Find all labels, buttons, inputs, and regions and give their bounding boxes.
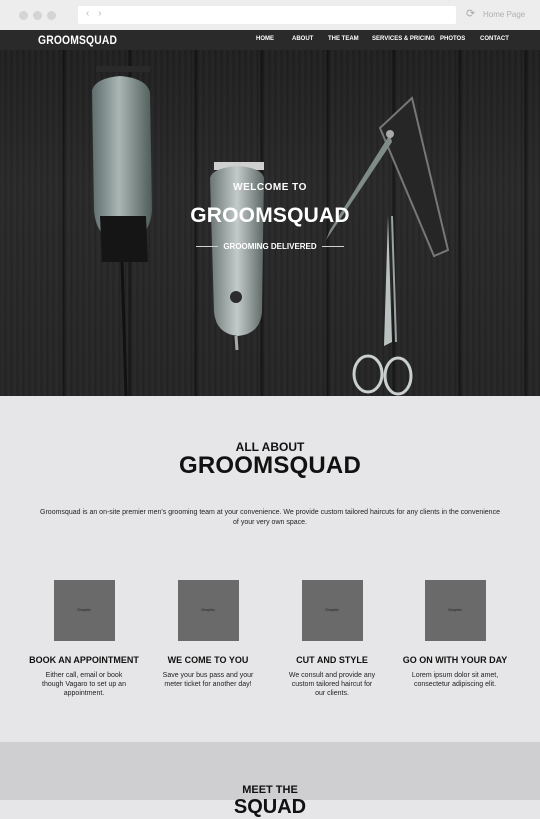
hair-clipper-graphic	[92, 66, 152, 396]
team-title: SQUAD	[233, 796, 307, 818]
graphic-label: Graphic	[76, 607, 91, 612]
feature-graphic-placeholder: Graphic	[177, 580, 239, 641]
reload-icon[interactable]: ⟳	[466, 7, 475, 20]
feature-book-appointment: Graphic BOOK AN APPOINTMENT Either call,…	[22, 580, 146, 698]
feature-graphic-placeholder: Graphic	[53, 580, 115, 641]
nav-home[interactable]: HOME	[256, 36, 274, 42]
nav-photos[interactable]: PHOTOS	[440, 36, 465, 42]
feature-text: Lorem ipsum dolor sit amet, consectetur …	[411, 672, 499, 688]
tagline-divider-right	[321, 246, 344, 248]
nav-about[interactable]: ABOUT	[292, 36, 313, 42]
team-section: MEET THE SQUAD	[0, 742, 540, 818]
feature-we-come-to-you: Graphic WE COME TO YOU Save your bus pas…	[146, 580, 270, 689]
hero-banner: WELCOME TO GROOMSQUAD GROOMING DELIVERED	[0, 50, 540, 396]
site-logo[interactable]: GROOMSQUAD	[38, 33, 117, 47]
feature-text: We consult and provide any custom tailor…	[288, 672, 376, 697]
hero-title: GROOMSQUAD	[190, 204, 350, 227]
address-bar[interactable]	[78, 6, 456, 24]
nav-services-pricing[interactable]: SERVICES & PRICING	[372, 36, 435, 42]
hero-tagline: GROOMING DELIVERED	[223, 242, 317, 252]
feature-title: GO ON WITH YOUR DAY	[402, 654, 508, 666]
feature-text: Either call, email or book though Vagaro…	[42, 672, 126, 697]
site-navigation: GROOMSQUAD HOME ABOUT THE TEAM SERVICES …	[0, 30, 540, 50]
about-title: GROOMSQUAD	[179, 452, 361, 479]
hero-welcome: WELCOME TO	[233, 182, 307, 193]
feature-title: WE COME TO YOU	[167, 654, 249, 666]
feature-cut-and-style: Graphic CUT AND STYLE We consult and pro…	[270, 580, 394, 698]
feature-graphic-placeholder: Graphic	[424, 580, 486, 641]
straight-razor-graphic	[326, 96, 450, 258]
browser-toolbar: ‹ › ⟳ Home Page	[0, 0, 540, 31]
nav-the-team[interactable]: THE TEAM	[328, 36, 359, 42]
feature-graphic-placeholder: Graphic	[301, 580, 363, 641]
about-description: Groomsquad is an on-site premier men's g…	[40, 509, 500, 526]
home-page-link[interactable]: Home Page	[483, 10, 525, 19]
window-zoom-dot[interactable]	[47, 11, 56, 20]
about-section: ALL ABOUT GROOMSQUAD Groomsquad is an on…	[0, 396, 540, 742]
tagline-divider-left	[196, 246, 219, 248]
hero-tagline-row: GROOMING DELIVERED	[0, 238, 540, 256]
team-kicker: MEET THE	[242, 784, 298, 796]
feature-title: BOOK AN APPOINTMENT	[29, 654, 139, 666]
back-forward-icon[interactable]: ‹ ›	[86, 8, 104, 19]
feature-text: Save your bus pass and your meter ticket…	[162, 672, 254, 688]
feature-title: CUT AND STYLE	[296, 654, 368, 666]
graphic-label: Graphic	[447, 607, 462, 612]
window-minimize-dot[interactable]	[33, 11, 42, 20]
graphic-label: Graphic	[324, 607, 339, 612]
window-close-dot[interactable]	[19, 11, 28, 20]
nav-contact[interactable]: CONTACT	[480, 36, 509, 42]
feature-go-on-with-your-day: Graphic GO ON WITH YOUR DAY Lorem ipsum …	[393, 580, 517, 689]
graphic-label: Graphic	[200, 607, 215, 612]
